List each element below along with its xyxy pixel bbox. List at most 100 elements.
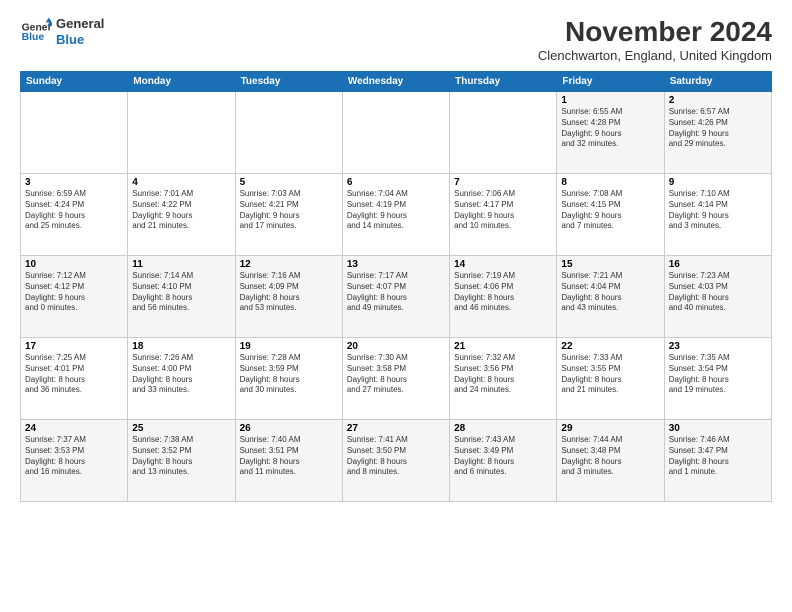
table-row: 19Sunrise: 7:28 AM Sunset: 3:59 PM Dayli… [235,338,342,420]
table-row: 11Sunrise: 7:14 AM Sunset: 4:10 PM Dayli… [128,256,235,338]
day-number: 8 [561,177,659,188]
col-sunday: Sunday [21,72,128,92]
day-number: 11 [132,259,230,270]
day-number: 14 [454,259,552,270]
logo-icon: General Blue [20,16,52,48]
calendar-week-3: 10Sunrise: 7:12 AM Sunset: 4:12 PM Dayli… [21,256,772,338]
logo-text-blue: Blue [56,32,104,48]
col-tuesday: Tuesday [235,72,342,92]
day-number: 9 [669,177,767,188]
day-number: 1 [561,95,659,106]
day-number: 6 [347,177,445,188]
calendar-week-4: 17Sunrise: 7:25 AM Sunset: 4:01 PM Dayli… [21,338,772,420]
day-number: 4 [132,177,230,188]
table-row [342,92,449,174]
calendar-header-row: Sunday Monday Tuesday Wednesday Thursday… [21,72,772,92]
day-number: 15 [561,259,659,270]
table-row: 2Sunrise: 6:57 AM Sunset: 4:26 PM Daylig… [664,92,771,174]
day-info: Sunrise: 7:46 AM Sunset: 3:47 PM Dayligh… [669,435,767,478]
table-row [450,92,557,174]
table-row: 15Sunrise: 7:21 AM Sunset: 4:04 PM Dayli… [557,256,664,338]
table-row: 14Sunrise: 7:19 AM Sunset: 4:06 PM Dayli… [450,256,557,338]
calendar-week-2: 3Sunrise: 6:59 AM Sunset: 4:24 PM Daylig… [21,174,772,256]
day-info: Sunrise: 7:16 AM Sunset: 4:09 PM Dayligh… [240,271,338,314]
day-info: Sunrise: 6:55 AM Sunset: 4:28 PM Dayligh… [561,107,659,150]
day-info: Sunrise: 6:59 AM Sunset: 4:24 PM Dayligh… [25,189,123,232]
day-info: Sunrise: 7:12 AM Sunset: 4:12 PM Dayligh… [25,271,123,314]
table-row: 1Sunrise: 6:55 AM Sunset: 4:28 PM Daylig… [557,92,664,174]
table-row: 18Sunrise: 7:26 AM Sunset: 4:00 PM Dayli… [128,338,235,420]
location: Clenchwarton, England, United Kingdom [538,48,772,63]
table-row: 17Sunrise: 7:25 AM Sunset: 4:01 PM Dayli… [21,338,128,420]
day-number: 7 [454,177,552,188]
day-info: Sunrise: 6:57 AM Sunset: 4:26 PM Dayligh… [669,107,767,150]
day-number: 24 [25,423,123,434]
day-info: Sunrise: 7:26 AM Sunset: 4:00 PM Dayligh… [132,353,230,396]
day-info: Sunrise: 7:41 AM Sunset: 3:50 PM Dayligh… [347,435,445,478]
day-info: Sunrise: 7:03 AM Sunset: 4:21 PM Dayligh… [240,189,338,232]
table-row: 6Sunrise: 7:04 AM Sunset: 4:19 PM Daylig… [342,174,449,256]
table-row: 8Sunrise: 7:08 AM Sunset: 4:15 PM Daylig… [557,174,664,256]
day-info: Sunrise: 7:43 AM Sunset: 3:49 PM Dayligh… [454,435,552,478]
title-block: November 2024 Clenchwarton, England, Uni… [538,16,772,63]
day-info: Sunrise: 7:32 AM Sunset: 3:56 PM Dayligh… [454,353,552,396]
day-info: Sunrise: 7:40 AM Sunset: 3:51 PM Dayligh… [240,435,338,478]
day-info: Sunrise: 7:23 AM Sunset: 4:03 PM Dayligh… [669,271,767,314]
table-row: 7Sunrise: 7:06 AM Sunset: 4:17 PM Daylig… [450,174,557,256]
table-row: 29Sunrise: 7:44 AM Sunset: 3:48 PM Dayli… [557,420,664,502]
day-number: 2 [669,95,767,106]
col-friday: Friday [557,72,664,92]
day-info: Sunrise: 7:33 AM Sunset: 3:55 PM Dayligh… [561,353,659,396]
day-info: Sunrise: 7:06 AM Sunset: 4:17 PM Dayligh… [454,189,552,232]
table-row: 23Sunrise: 7:35 AM Sunset: 3:54 PM Dayli… [664,338,771,420]
day-info: Sunrise: 7:08 AM Sunset: 4:15 PM Dayligh… [561,189,659,232]
table-row: 10Sunrise: 7:12 AM Sunset: 4:12 PM Dayli… [21,256,128,338]
table-row: 26Sunrise: 7:40 AM Sunset: 3:51 PM Dayli… [235,420,342,502]
calendar-week-1: 1Sunrise: 6:55 AM Sunset: 4:28 PM Daylig… [21,92,772,174]
table-row: 12Sunrise: 7:16 AM Sunset: 4:09 PM Dayli… [235,256,342,338]
table-row: 21Sunrise: 7:32 AM Sunset: 3:56 PM Dayli… [450,338,557,420]
table-row: 28Sunrise: 7:43 AM Sunset: 3:49 PM Dayli… [450,420,557,502]
day-number: 17 [25,341,123,352]
table-row [128,92,235,174]
table-row [235,92,342,174]
page-header: General Blue General Blue November 2024 … [20,16,772,63]
day-number: 26 [240,423,338,434]
calendar-week-5: 24Sunrise: 7:37 AM Sunset: 3:53 PM Dayli… [21,420,772,502]
table-row: 24Sunrise: 7:37 AM Sunset: 3:53 PM Dayli… [21,420,128,502]
table-row: 22Sunrise: 7:33 AM Sunset: 3:55 PM Dayli… [557,338,664,420]
day-number: 16 [669,259,767,270]
table-row: 3Sunrise: 6:59 AM Sunset: 4:24 PM Daylig… [21,174,128,256]
table-row: 20Sunrise: 7:30 AM Sunset: 3:58 PM Dayli… [342,338,449,420]
table-row [21,92,128,174]
table-row: 4Sunrise: 7:01 AM Sunset: 4:22 PM Daylig… [128,174,235,256]
day-info: Sunrise: 7:25 AM Sunset: 4:01 PM Dayligh… [25,353,123,396]
day-info: Sunrise: 7:01 AM Sunset: 4:22 PM Dayligh… [132,189,230,232]
day-number: 18 [132,341,230,352]
day-number: 20 [347,341,445,352]
day-number: 19 [240,341,338,352]
day-number: 12 [240,259,338,270]
day-number: 13 [347,259,445,270]
col-monday: Monday [128,72,235,92]
day-info: Sunrise: 7:17 AM Sunset: 4:07 PM Dayligh… [347,271,445,314]
col-thursday: Thursday [450,72,557,92]
day-number: 25 [132,423,230,434]
day-number: 30 [669,423,767,434]
day-info: Sunrise: 7:30 AM Sunset: 3:58 PM Dayligh… [347,353,445,396]
table-row: 25Sunrise: 7:38 AM Sunset: 3:52 PM Dayli… [128,420,235,502]
day-number: 28 [454,423,552,434]
day-number: 10 [25,259,123,270]
day-info: Sunrise: 7:21 AM Sunset: 4:04 PM Dayligh… [561,271,659,314]
day-number: 5 [240,177,338,188]
col-saturday: Saturday [664,72,771,92]
month-title: November 2024 [538,16,772,48]
table-row: 16Sunrise: 7:23 AM Sunset: 4:03 PM Dayli… [664,256,771,338]
table-row: 30Sunrise: 7:46 AM Sunset: 3:47 PM Dayli… [664,420,771,502]
day-number: 27 [347,423,445,434]
day-info: Sunrise: 7:37 AM Sunset: 3:53 PM Dayligh… [25,435,123,478]
day-info: Sunrise: 7:19 AM Sunset: 4:06 PM Dayligh… [454,271,552,314]
logo-text-general: General [56,16,104,32]
table-row: 13Sunrise: 7:17 AM Sunset: 4:07 PM Dayli… [342,256,449,338]
logo: General Blue General Blue [20,16,104,48]
